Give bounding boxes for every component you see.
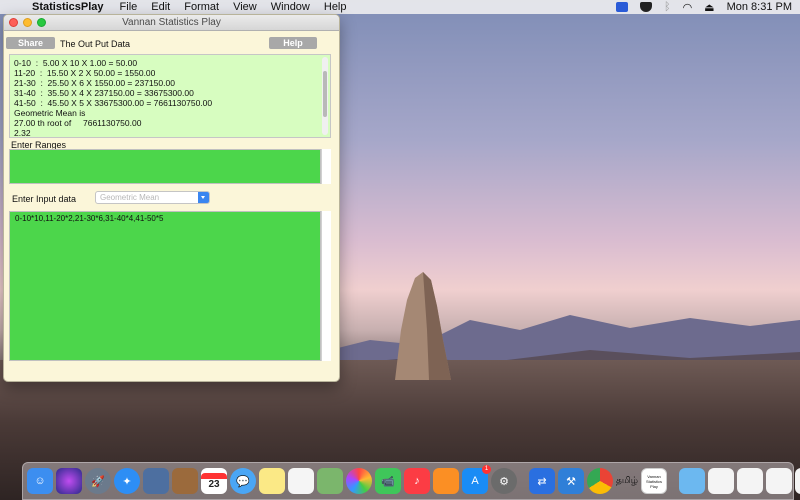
safari-icon[interactable]: ✦ — [114, 468, 140, 494]
photo-app-icon[interactable] — [143, 468, 169, 494]
status-area: ᛒ ◠ ⏏ Mon 8:31 PM — [615, 0, 792, 14]
help-button[interactable]: Help — [269, 37, 317, 49]
output-line: 31-40 : 35.50 X 4 X 237150.00 = 33675300… — [14, 88, 194, 98]
dock: ☺ 🚀 ✦ 23 💬 📹 ♪ A1 ⚙ ⇄ ⚒ தமிழ் Vannan Sta… — [22, 462, 800, 500]
input-scroll-gutter — [321, 211, 331, 361]
teamviewer-icon[interactable]: ⇄ — [529, 468, 555, 494]
zoom-window-icon[interactable] — [37, 18, 46, 27]
menu-format[interactable]: Format — [184, 1, 219, 13]
select-value: Geometric Mean — [100, 193, 160, 202]
system-preferences-icon[interactable]: ⚙ — [491, 468, 517, 494]
scroll-thumb[interactable] — [323, 71, 327, 117]
input-data-text: 0-10*10,11-20*2,21-30*6,31-40*4,41-50*5 — [15, 214, 164, 223]
output-text-area[interactable]: 0-10 : 5.00 X 10 X 1.00 = 50.00 11-20 : … — [9, 54, 331, 138]
downloads-folder-icon[interactable] — [678, 468, 705, 494]
messages-icon[interactable]: 💬 — [230, 468, 256, 494]
menu-window[interactable]: Window — [271, 1, 310, 13]
menu-help[interactable]: Help — [324, 1, 347, 13]
output-line: 27.00 th root of 7661130750.00 — [14, 118, 142, 128]
photos-icon[interactable] — [346, 468, 372, 494]
update-badge: 1 — [482, 465, 491, 474]
document-stack-icon[interactable] — [794, 468, 800, 494]
vannan-statistics-play-icon[interactable]: Vannan Statistics Play — [640, 468, 667, 494]
music-icon[interactable]: ♪ — [404, 468, 430, 494]
chrome-icon[interactable] — [587, 468, 613, 494]
menu-file[interactable]: File — [120, 1, 138, 13]
calendar-day: 23 — [208, 478, 220, 490]
facetime-icon[interactable]: 📹 — [375, 468, 401, 494]
reminders-icon[interactable] — [288, 468, 314, 494]
output-line: 2.32 — [14, 128, 31, 138]
app-window: Vannan Statistics Play Share The Out Put… — [3, 14, 340, 382]
books-icon[interactable] — [433, 468, 459, 494]
output-line: 0-10 : 5.00 X 10 X 1.00 = 50.00 — [14, 58, 138, 68]
wifi-icon[interactable]: ◠ — [683, 1, 693, 14]
bluetooth-icon[interactable]: ᛒ — [664, 1, 671, 13]
menu-clock[interactable]: Mon 8:31 PM — [727, 1, 792, 13]
app-store-icon[interactable]: A1 — [462, 465, 491, 494]
teamviewer-status-icon[interactable] — [615, 2, 628, 12]
output-scrollbar[interactable] — [322, 57, 328, 135]
airplay-icon[interactable]: ⏏ — [704, 1, 714, 14]
menu-view[interactable]: View — [233, 1, 257, 13]
minimize-window-icon[interactable] — [23, 18, 32, 27]
ranges-input[interactable] — [9, 149, 321, 184]
finder-icon[interactable]: ☺ — [27, 468, 53, 494]
document-stack-icon[interactable] — [736, 468, 763, 494]
output-heading: The Out Put Data — [60, 39, 131, 49]
notes-icon[interactable] — [259, 468, 285, 494]
output-line: 21-30 : 25.50 X 6 X 1550.00 = 237150.00 — [14, 78, 175, 88]
tamil-app-label[interactable]: தமிழ் — [616, 475, 638, 487]
rock-spire — [395, 272, 451, 380]
window-title: Vannan Statistics Play — [122, 17, 221, 28]
menu-edit[interactable]: Edit — [151, 1, 170, 13]
window-controls — [9, 18, 46, 27]
calendar-icon[interactable]: 23 — [201, 468, 227, 494]
launchpad-icon[interactable]: 🚀 — [85, 468, 111, 494]
input-data-field[interactable] — [9, 211, 321, 361]
close-window-icon[interactable] — [9, 18, 18, 27]
app-menu[interactable]: StatisticsPlay — [32, 1, 104, 13]
siri-icon[interactable] — [56, 468, 82, 494]
document-stack-icon[interactable] — [765, 468, 792, 494]
ranges-scroll-gutter — [321, 149, 331, 184]
document-stack-icon[interactable] — [707, 468, 734, 494]
xcode-icon[interactable]: ⚒ — [558, 468, 584, 494]
output-line: 41-50 : 45.50 X 5 X 33675300.00 = 766113… — [14, 98, 213, 108]
title-bar[interactable]: Vannan Statistics Play — [4, 15, 339, 31]
output-line: Geometric Mean is — [14, 108, 86, 118]
contacts-icon[interactable] — [172, 468, 198, 494]
shield-status-icon[interactable] — [639, 2, 652, 12]
share-button[interactable]: Share — [6, 37, 55, 49]
input-label: Enter Input data — [12, 194, 77, 204]
menu-bar: StatisticsPlay File Edit Format View Win… — [0, 0, 800, 14]
output-line: 11-20 : 15.50 X 2 X 50.00 = 1550.00 — [14, 68, 156, 78]
maps-icon[interactable] — [317, 468, 343, 494]
chevron-down-icon[interactable] — [198, 192, 209, 203]
statistic-type-select[interactable]: Geometric Mean — [95, 191, 210, 204]
